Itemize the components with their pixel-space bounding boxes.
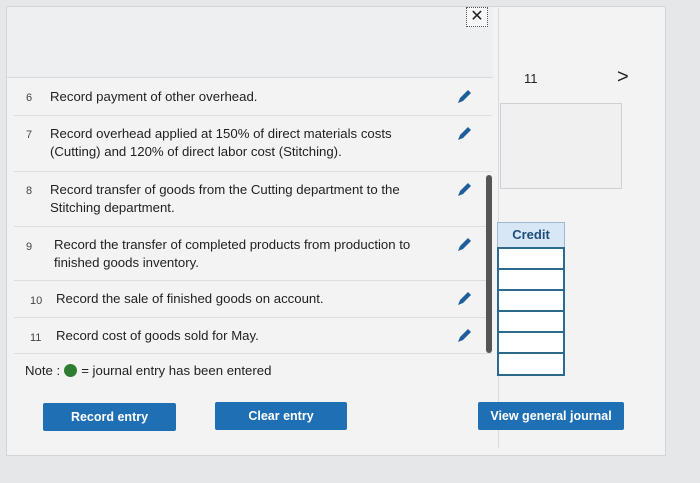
clear-entry-button[interactable]: Clear entry	[215, 402, 347, 430]
entry-text: Record cost of goods sold for May.	[56, 328, 259, 343]
entry-text: Record transfer of goods from the Cuttin…	[50, 182, 400, 215]
header-row	[7, 7, 493, 78]
note: Note : = journal entry has been entered	[25, 363, 271, 378]
entry-number: 10	[30, 295, 43, 307]
list-item[interactable]: 6 Record payment of other overhead.	[14, 78, 492, 116]
pencil-icon[interactable]	[455, 181, 473, 199]
entry-text: Record the sale of finished goods on acc…	[56, 291, 324, 306]
record-entry-button[interactable]: Record entry	[43, 403, 176, 431]
pencil-icon[interactable]	[455, 125, 473, 143]
pencil-icon[interactable]	[455, 290, 473, 308]
entry-number: 9	[26, 241, 33, 253]
note-prefix: Note :	[25, 363, 61, 378]
entry-text: Record the transfer of completed product…	[54, 237, 411, 270]
list-item[interactable]: 10 Record the sale of finished goods on …	[14, 280, 492, 318]
page-number: 11	[524, 71, 538, 86]
list-item[interactable]: 9 Record the transfer of completed produ…	[14, 226, 492, 281]
entry-number: 7	[26, 129, 33, 141]
view-general-journal-button[interactable]: View general journal	[478, 402, 624, 430]
list-item[interactable]: 7 Record overhead applied at 150% of dir…	[14, 115, 492, 172]
list-item[interactable]: 8 Record transfer of goods from the Cutt…	[14, 171, 492, 227]
close-icon[interactable]: ✕	[466, 7, 488, 27]
info-box	[500, 103, 622, 189]
entry-number: 11	[30, 332, 42, 344]
entry-number: 6	[26, 92, 33, 104]
entry-number: 8	[26, 185, 33, 197]
pencil-icon[interactable]	[455, 88, 473, 106]
pencil-icon[interactable]	[455, 327, 473, 345]
credit-input[interactable]	[497, 352, 565, 376]
entered-dot-icon	[64, 364, 78, 377]
scrollbar[interactable]	[486, 175, 492, 353]
pencil-icon[interactable]	[455, 236, 473, 254]
list-item[interactable]: 11 Record cost of goods sold for May.	[14, 317, 492, 354]
entry-text: Record payment of other overhead.	[50, 89, 258, 104]
note-suffix: = journal entry has been entered	[81, 363, 272, 378]
entry-text: Record overhead applied at 150% of direc…	[50, 126, 392, 159]
credit-column-header: Credit	[497, 222, 565, 248]
chevron-right-icon[interactable]: >	[617, 66, 629, 89]
